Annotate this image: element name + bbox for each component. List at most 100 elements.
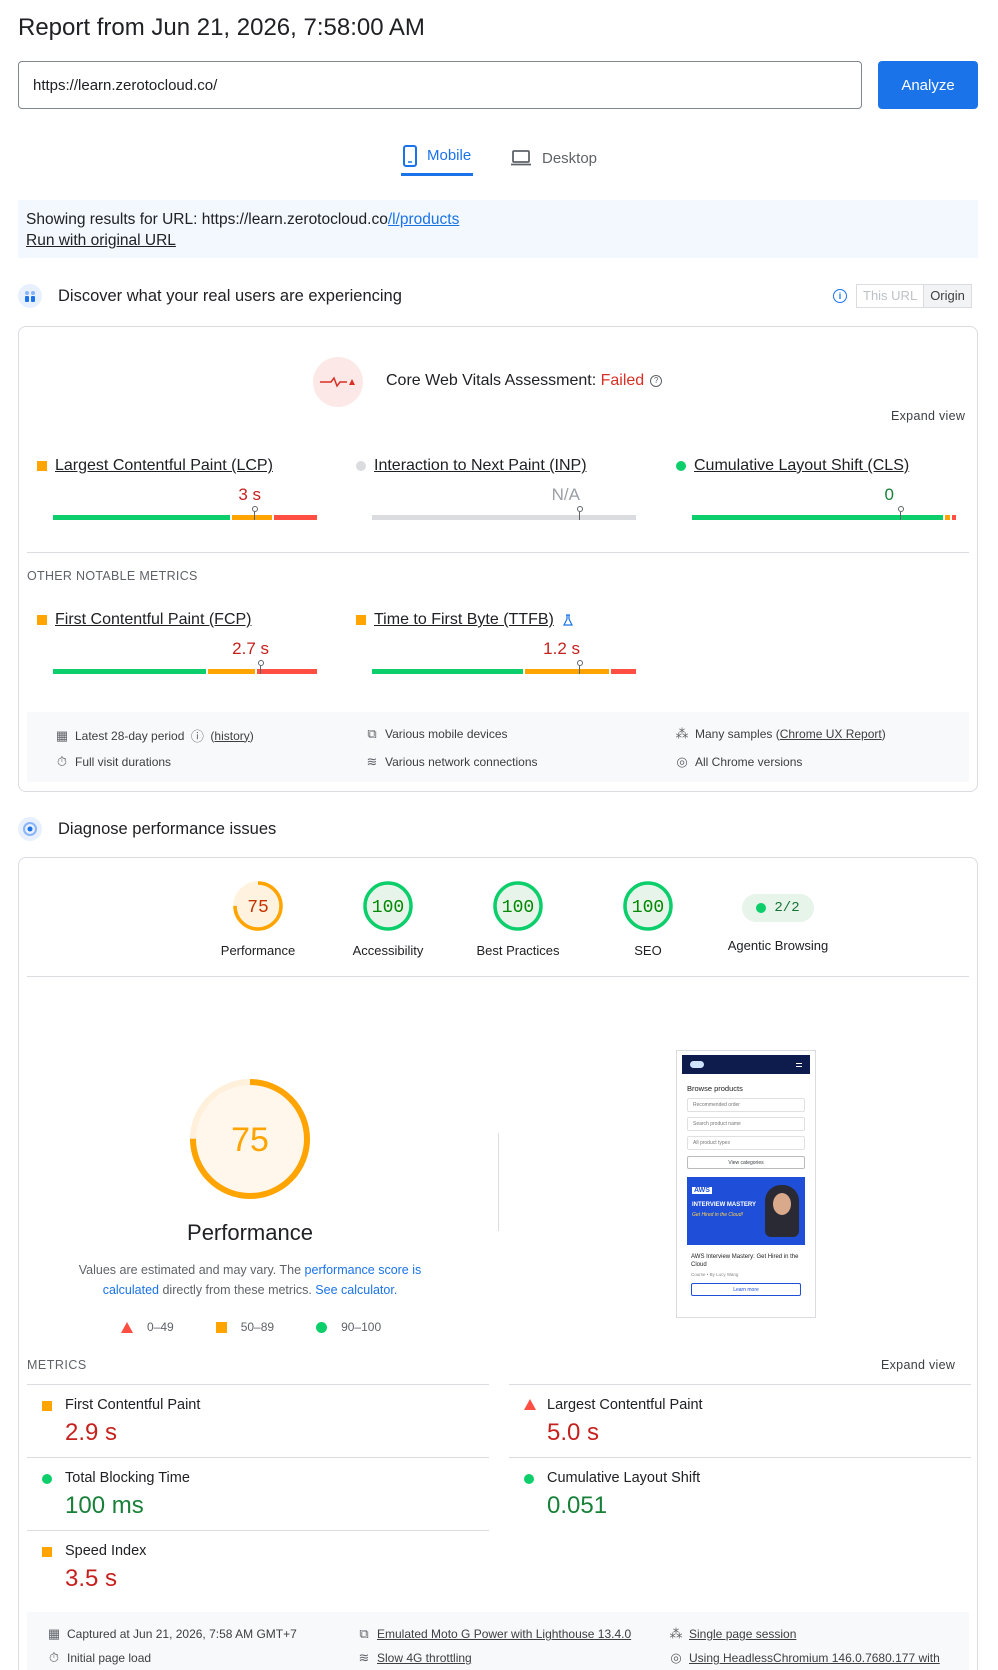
thumb-course-title: AWS Interview Mastery: Get Hired in the … — [691, 1254, 799, 1268]
green-circle-icon — [676, 461, 686, 471]
chrome-icon: ◎ — [670, 1650, 682, 1665]
metric-lcp-link[interactable]: Largest Contentful Paint (LCP) — [55, 457, 273, 475]
flask-icon — [562, 614, 573, 626]
samples-suffix: ) — [881, 727, 886, 741]
tab-mobile[interactable]: Mobile — [401, 140, 474, 176]
samples-icon: ⁂ — [669, 1626, 683, 1641]
agentic-pill: 2/2 — [742, 894, 814, 922]
gauge-accessibility-ring: 100 — [363, 881, 413, 931]
metrics-expand-view[interactable]: Expand view — [881, 1358, 955, 1372]
gauge-accessibility[interactable]: 100 Accessibility — [323, 880, 453, 958]
crux-footer: ▦ Latest 28-day period ⓘ (history) ⏱ Full vi… — [27, 712, 969, 782]
url-origin-toggle: i This URL Origin — [833, 284, 972, 308]
thumb-heading: Browse products — [687, 1084, 743, 1093]
orange-square-icon — [42, 1401, 52, 1411]
calendar-icon: ▦ — [47, 1626, 61, 1641]
metric-cls: Cumulative Layout Shift (CLS) 0 — [676, 457, 956, 520]
metric-inp: Interaction to Next Paint (INP) N/A — [356, 457, 636, 520]
lh-metric-lcp-value: 5.0 s — [547, 1419, 600, 1446]
metric-ttfb-value: 1.2 s — [543, 639, 580, 658]
lh-metric-fcp-value: 2.9 s — [65, 1419, 118, 1446]
agentic-value: 2/2 — [774, 900, 800, 916]
thumb-learn-more: Learn more — [691, 1283, 801, 1296]
metric-fcp: First Contentful Paint (FCP) 2.7 s — [37, 611, 317, 674]
crux-divider — [27, 552, 969, 553]
crux-expand-view[interactable]: Expand view — [891, 409, 965, 423]
gauge-best-practices[interactable]: 100 Best Practices — [453, 880, 583, 958]
url-input[interactable] — [18, 61, 862, 109]
green-circle-icon — [524, 1474, 534, 1484]
history-link[interactable]: history — [214, 729, 249, 743]
gauge-performance[interactable]: 75 Performance — [193, 880, 323, 958]
notice-path-link[interactable]: /l/products — [388, 211, 460, 228]
metric-cls-marker — [898, 506, 904, 520]
help-icon[interactable]: ⓘ — [190, 726, 204, 745]
grey-circle-icon — [356, 461, 366, 471]
browser-link[interactable]: Using HeadlessChromium 146.0.7680.177 wi… — [689, 1651, 940, 1665]
gauge-seo[interactable]: 100 SEO — [583, 880, 713, 958]
lh-metric-si: Speed Index 3.5 s — [27, 1530, 489, 1602]
cwv-failed-icon — [313, 357, 363, 407]
see-calculator-link[interactable]: See calculator. — [315, 1283, 397, 1297]
metric-lcp: Largest Contentful Paint (LCP) 3 s — [37, 457, 317, 520]
throttling-link[interactable]: Slow 4G throttling — [377, 1651, 472, 1665]
run-original-link[interactable]: Run with original URL — [26, 230, 176, 251]
performance-big-gauge: 75 — [190, 1079, 310, 1199]
red-triangle-icon — [524, 1399, 536, 1410]
gauge-accessibility-label: Accessibility — [352, 943, 424, 958]
emulated-device-link[interactable]: Emulated Moto G Power with Lighthouse 13… — [377, 1627, 631, 1641]
lighthouse-footer: ▦ Captured at Jun 21, 2026, 7:58 AM GMT+7… — [27, 1612, 969, 1670]
thumb-types: All product types — [687, 1136, 805, 1150]
thumb-sort: Recommended order — [687, 1098, 805, 1112]
desc-text-1: Values are estimated and may vary. The — [78, 1263, 305, 1277]
metric-fcp-distribution — [53, 660, 317, 674]
devices-icon: ⧉ — [367, 726, 377, 741]
menu-icon — [796, 1062, 802, 1067]
session-link[interactable]: Single page session — [689, 1627, 796, 1641]
info-icon[interactable]: i — [833, 289, 847, 303]
durations-text: Full visit durations — [75, 755, 172, 769]
gauge-seo-ring: 100 — [623, 881, 673, 931]
period-text: Latest 28-day period — [75, 728, 185, 743]
thumb-search: Search product name — [687, 1117, 805, 1131]
agentic-label: Agentic Browsing — [727, 938, 829, 953]
metric-inp-link[interactable]: Interaction to Next Paint (INP) — [374, 457, 587, 475]
orange-square-icon — [42, 1547, 52, 1557]
red-triangle-icon — [121, 1321, 133, 1333]
cloud-logo-icon — [690, 1061, 704, 1068]
analyze-button[interactable]: Analyze — [878, 61, 978, 109]
thumb-instructor-photo — [765, 1185, 799, 1237]
metric-inp-distribution — [372, 506, 636, 520]
performance-big-score: 75 — [231, 1121, 269, 1159]
score-legend: 0–49 50–89 90–100 — [121, 1320, 381, 1334]
lh-metric-tbt-value: 100 ms — [65, 1492, 144, 1519]
metric-fcp-link[interactable]: First Contentful Paint (FCP) — [55, 611, 252, 629]
gauge-agentic-browsing[interactable]: 2/2 Agentic Browsing — [713, 880, 843, 958]
lh-metric-si-value: 3.5 s — [65, 1565, 118, 1592]
metric-ttfb-link[interactable]: Time to First Byte (TTFB) — [374, 611, 554, 629]
lh-metric-cls-name: Cumulative Layout Shift — [547, 1470, 701, 1486]
orange-square-icon — [37, 461, 47, 471]
metric-lcp-marker — [252, 506, 258, 520]
metric-inp-marker — [577, 506, 583, 520]
chrome-ux-report-link[interactable]: Chrome UX Report — [780, 727, 882, 741]
this-url-button[interactable]: This URL — [856, 284, 925, 308]
gauge-icon — [18, 817, 42, 841]
gauge-performance-label: Performance — [220, 943, 296, 958]
crux-section-header: Discover what your real users are experi… — [18, 284, 402, 308]
samples-prefix: Many samples ( — [695, 727, 780, 741]
gauge-seo-label: SEO — [634, 943, 662, 958]
tab-desktop[interactable]: Desktop — [508, 140, 599, 176]
calendar-icon: ▦ — [55, 727, 69, 743]
metric-cls-link[interactable]: Cumulative Layout Shift (CLS) — [694, 457, 909, 475]
notice-prefix: Showing results for URL: https://learn.z… — [26, 211, 388, 228]
help-icon[interactable]: ? — [650, 374, 663, 387]
green-circle-icon — [756, 903, 767, 913]
green-circle-icon — [42, 1474, 52, 1484]
wifi-icon: ≋ — [366, 754, 378, 769]
page-screenshot-thumbnail[interactable]: Browse products Recommended order Search… — [676, 1050, 816, 1318]
lh-metric-cls: Cumulative Layout Shift 0.051 — [509, 1457, 971, 1529]
origin-button[interactable]: Origin — [924, 284, 972, 308]
thumb-navbar — [682, 1055, 810, 1074]
gauge-accessibility-score: 100 — [372, 898, 404, 918]
